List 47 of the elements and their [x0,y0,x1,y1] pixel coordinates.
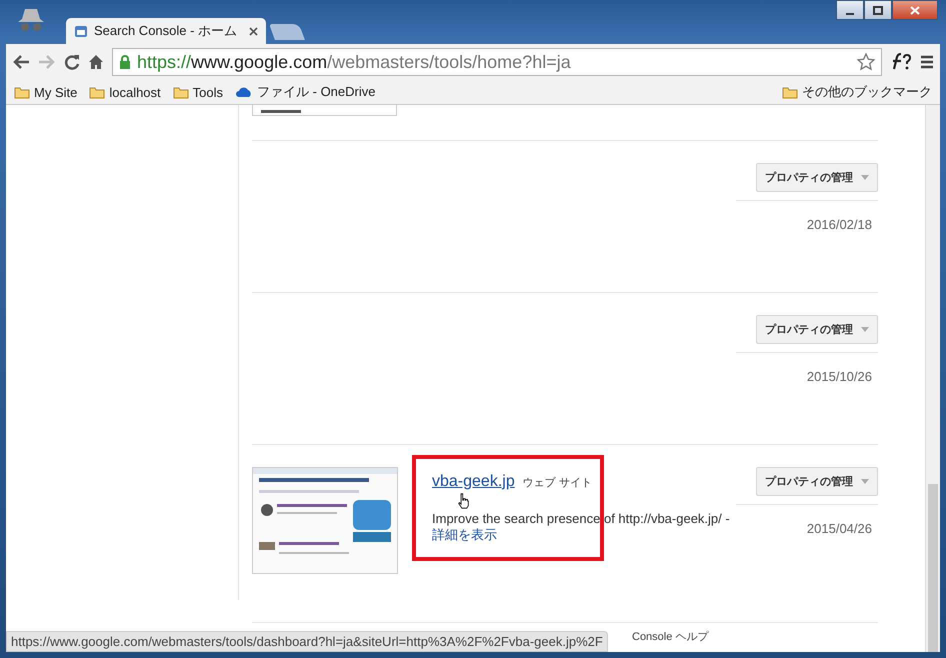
folder-icon [14,86,30,98]
other-bookmarks[interactable]: その他のブックマーク [782,83,932,101]
star-icon[interactable] [857,53,875,71]
details-link[interactable]: 詳細を表示 [432,527,497,542]
bookmark[interactable]: My Site [14,84,78,100]
maximize-button[interactable] [864,0,892,20]
new-tab-button[interactable] [269,24,305,40]
site-link[interactable]: vba-geek.jp [432,473,515,491]
tab-title: Search Console - ホーム [94,22,238,40]
folder-icon [782,86,798,98]
site-icon [74,24,88,38]
date-text: 2015/10/26 [806,369,873,384]
lock-icon [119,54,131,70]
back-icon[interactable] [12,54,30,70]
home-icon[interactable] [88,54,104,70]
manage-property-button[interactable]: プロパティの管理 [756,467,878,496]
dropdown-caret-icon [861,479,869,484]
manage-property-button[interactable]: プロパティの管理 [756,315,878,344]
dropdown-caret-icon [861,175,869,180]
folder-icon [172,86,189,98]
hand-cursor-icon [457,493,470,509]
site-type: ウェブ サイト [522,476,592,490]
date-text: 2016/02/18 [806,217,873,232]
address-bar[interactable]: https://www.google.com/webmasters/tools/home?hl=ja [112,48,882,76]
extension-icon[interactable] [890,53,912,71]
url-text: https://www.google.com/webmasters/tools/home?hl=ja [137,52,572,72]
site-description: Improve the search presence of http://vba-geek.jp/ - 詳細を表示 [432,511,731,543]
maximize-icon [873,6,883,14]
dropdown-caret-icon [861,327,869,332]
help-link[interactable]: Console ヘルプ [632,631,708,643]
date-text: 2015/04/26 [806,521,873,536]
bookmark[interactable]: ファイル - OneDrive [235,83,376,101]
manage-property-button[interactable]: プロパティの管理 [756,163,878,192]
close-icon[interactable] [249,26,258,36]
scrollbar[interactable] [925,105,940,652]
close-button[interactable] [892,0,938,20]
minimize-button[interactable] [836,0,864,20]
menu-icon[interactable] [920,55,934,69]
bookmark[interactable]: Tools [172,84,224,100]
minimize-icon [846,13,854,15]
reload-icon[interactable] [64,54,80,70]
browser-tab[interactable]: Search Console - ホーム [66,18,266,44]
folder-icon [89,86,106,98]
cloud-icon [235,86,254,98]
status-url: https://www.google.com/webmasters/tools/dashboard?hl=ja&siteUrl=http%3A%2F%2Fvba-geek.jp%2F [6,631,608,652]
bookmark[interactable]: localhost [89,84,161,100]
close-icon [910,6,920,14]
